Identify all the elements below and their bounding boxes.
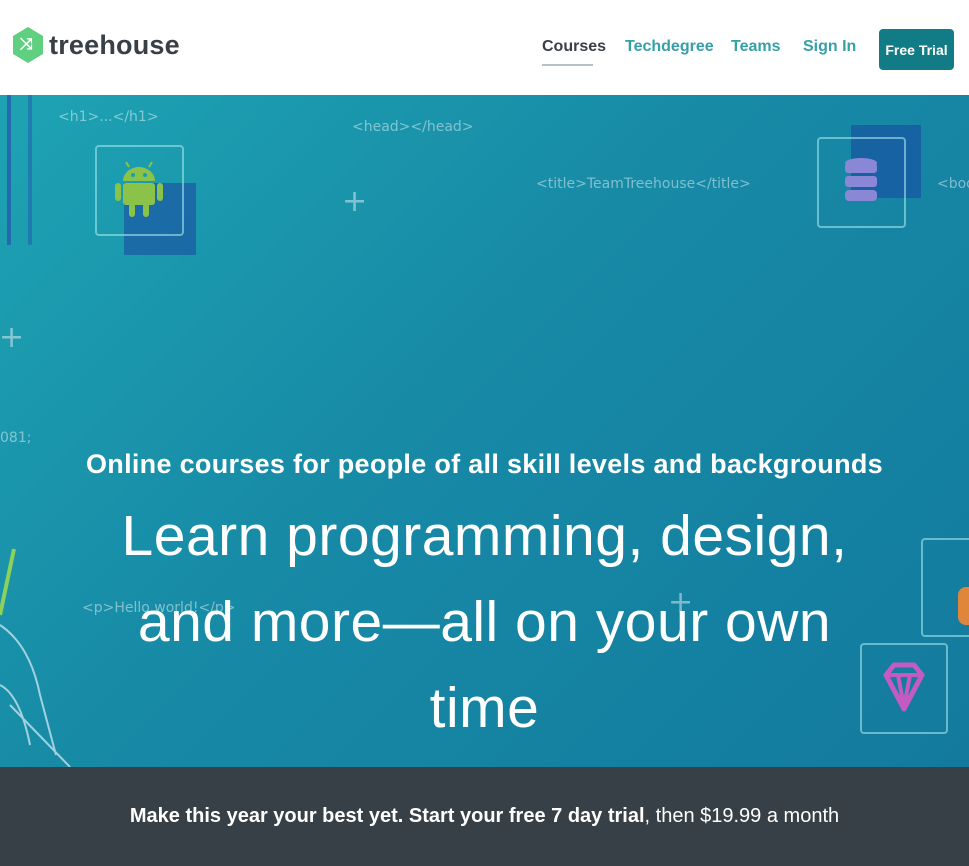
nav-sign-in[interactable]: Sign In bbox=[803, 38, 856, 56]
nav-courses[interactable]: Courses bbox=[542, 38, 606, 56]
hero-headline: Learn programming, design, and more—all … bbox=[121, 504, 848, 740]
database-icon bbox=[845, 158, 877, 201]
decorative-bar bbox=[7, 95, 11, 245]
promo-price-text: , then $19.99 a month bbox=[644, 805, 840, 827]
orange-block bbox=[958, 587, 969, 625]
treehouse-logo-icon: ⤨ bbox=[13, 27, 43, 63]
code-snippet-head: <head></head> bbox=[352, 119, 474, 135]
promo-banner[interactable]: Make this year your best yet. Start your… bbox=[0, 767, 969, 866]
android-icon bbox=[115, 161, 163, 217]
site-header: ⤨ treehouse Courses Techdegree Teams Sig… bbox=[0, 0, 969, 95]
decorative-bar bbox=[28, 95, 32, 245]
code-snippet-h1: <h1>...</h1> bbox=[58, 109, 159, 125]
code-snippet-title: <title>TeamTreehouse</title> bbox=[536, 176, 751, 192]
treehouse-logo[interactable]: ⤨ treehouse bbox=[13, 23, 180, 67]
hero-section: <h1>...</h1> <head></head> <title>TeamTr… bbox=[0, 95, 969, 767]
promo-bold-text: Make this year your best yet. Start your… bbox=[129, 805, 645, 827]
plus-decoration: + bbox=[0, 320, 25, 355]
code-snippet-body: <body bbox=[937, 176, 969, 192]
nav-techdegree[interactable]: Techdegree bbox=[625, 38, 714, 56]
plus-decoration: + bbox=[342, 184, 368, 219]
database-tile bbox=[817, 137, 906, 228]
nav-teams[interactable]: Teams bbox=[731, 38, 781, 56]
hero-subtitle: Online courses for people of all skill l… bbox=[85, 449, 883, 479]
logo-text: treehouse bbox=[49, 29, 180, 60]
nav-active-underline bbox=[542, 64, 593, 66]
android-tile bbox=[95, 145, 184, 236]
character-illustration bbox=[0, 548, 71, 767]
code-snippet-entity: 081; bbox=[0, 430, 32, 446]
free-trial-button[interactable]: Free Trial bbox=[879, 29, 954, 70]
